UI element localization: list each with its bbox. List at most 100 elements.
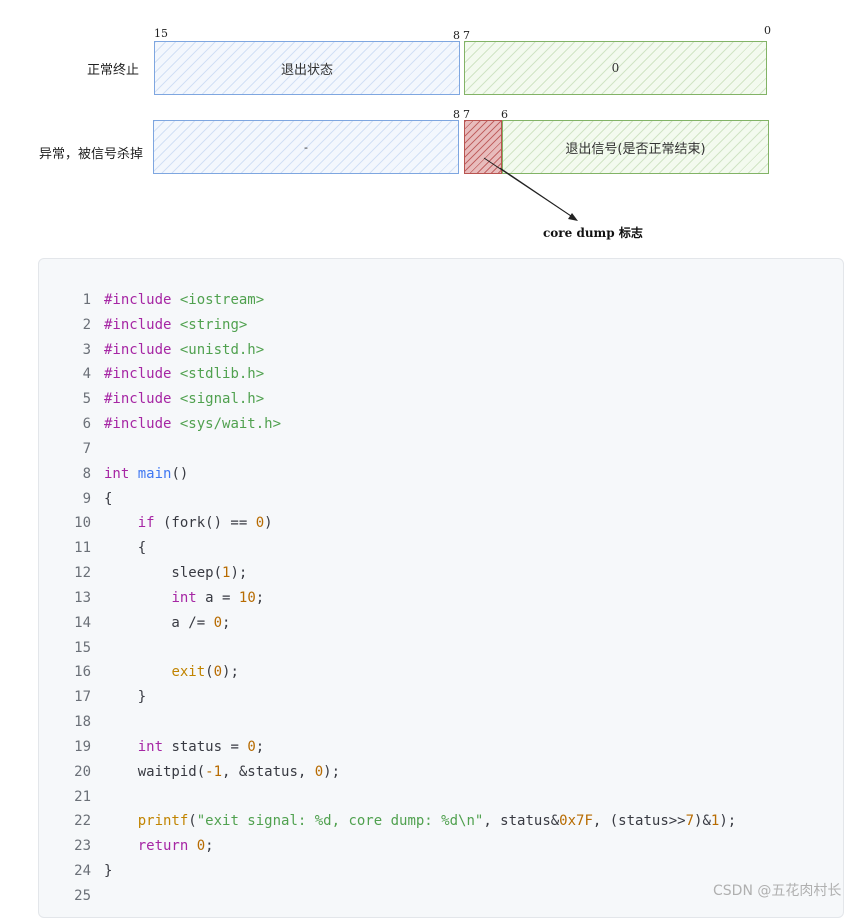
code-text: #include <signal.h> (104, 387, 264, 412)
code-line: 4 #include <stdlib.h> (39, 362, 843, 387)
line-number: 12 (74, 565, 91, 582)
line-number: 1 (82, 292, 91, 308)
code-line: 2 #include <string> (39, 313, 843, 338)
code-token: , status& (483, 813, 560, 830)
line-number: 9 (82, 490, 91, 507)
line-number: 22 (74, 813, 91, 830)
code-token: <string> (179, 316, 248, 333)
code-line: 7 (39, 437, 843, 462)
line-number: 23 (74, 838, 91, 855)
code-text: waitpid(-1, &status, 0); (104, 760, 340, 785)
code-token: #include (104, 341, 172, 358)
code-token: 0 (213, 614, 223, 631)
code-line: 9{ (39, 487, 843, 512)
code-token: #include (104, 391, 172, 408)
line-number: 2 (82, 316, 91, 333)
code-text: if (fork() == 0) (104, 511, 273, 536)
code-token: #include (104, 416, 172, 433)
code-token: )& (694, 813, 711, 830)
code-token: 0 (314, 763, 324, 780)
line-number: 20 (74, 763, 91, 780)
code-line: 10 if (fork() == 0) (39, 511, 843, 536)
code-token: ; (222, 614, 231, 631)
code-line: 19 int status = 0; (39, 735, 843, 760)
code-text: exit(0); (104, 660, 238, 685)
code-token: if (137, 515, 155, 532)
line-number: 3 (82, 341, 91, 358)
code-token: , (status>> (592, 813, 686, 830)
code-token: #include (104, 292, 172, 308)
code-token: ); (323, 763, 341, 780)
line-number: 6 (82, 416, 91, 433)
line-number: 4 (82, 366, 91, 383)
line-number: 11 (74, 540, 91, 557)
code-token: , &status, (222, 763, 315, 780)
code-token: ; (205, 838, 214, 855)
code-text: #include <unistd.h> (104, 338, 264, 363)
line-number: 18 (74, 714, 91, 731)
code-token: ; (255, 738, 265, 755)
code-text: #include <string> (104, 313, 247, 338)
line-number: 5 (82, 391, 91, 408)
code-token: ); (230, 565, 248, 582)
code-token: ); (719, 813, 737, 830)
core-dump-arrow (483, 157, 578, 221)
code-text: int status = 0; (104, 735, 264, 760)
csdn-watermark: CSDN @五花肉村长 (713, 883, 842, 899)
code-token: a = (196, 589, 239, 606)
code-text: } (104, 685, 146, 710)
code-text: { (104, 487, 112, 512)
code-line: 16 exit(0); (39, 660, 843, 685)
code-token: ( (205, 664, 214, 681)
code-token: { (104, 540, 147, 557)
code-token: #include (104, 366, 172, 383)
code-token: exit (171, 664, 206, 681)
code-line: 12 sleep(1); (39, 561, 843, 586)
code-line: 14 a /= 0; (39, 611, 843, 636)
code-line: 11 { (39, 536, 843, 561)
code-token: (fork() == (154, 515, 256, 532)
line-number: 7 (82, 440, 91, 457)
code-token: { (104, 490, 113, 507)
line-number: 13 (74, 589, 91, 606)
code-line: 20 waitpid(-1, &status, 0); (39, 760, 843, 785)
code-text: a /= 0; (104, 611, 230, 636)
line-number: 19 (74, 738, 91, 755)
code-token: -1 (205, 763, 223, 780)
code-token: 0 (196, 838, 206, 855)
line-number: 21 (74, 788, 91, 805)
code-token: () (171, 465, 189, 482)
line-number: 24 (74, 863, 91, 880)
code-text: } (104, 859, 112, 884)
code-line: 15 (39, 636, 843, 661)
code-text: return 0; (104, 834, 214, 859)
code-line: 13 int a = 10; (39, 586, 843, 611)
code-line: 23 return 0; (39, 834, 843, 859)
code-line: 21 (39, 785, 843, 810)
code-line: 1 #include <iostream> (39, 288, 843, 313)
code-token: ( (188, 813, 197, 830)
line-number: 14 (74, 614, 91, 631)
code-token: <signal.h> (179, 391, 265, 408)
code-text: #include <sys/wait.h> (104, 412, 281, 437)
code-line: 17 } (39, 685, 843, 710)
code-lines: 1 #include <iostream> 2 #include <string> 3 #… (39, 288, 843, 909)
code-text: int main() (104, 462, 188, 487)
code-token: } (104, 863, 113, 880)
code-text: #include <iostream> (104, 288, 264, 313)
code-token: printf (137, 813, 189, 830)
code-token: ) (264, 515, 273, 532)
code-token: "exit signal: %d, core dump: %d\n" (196, 813, 484, 830)
code-token: a /= (104, 614, 214, 631)
code-token: return (137, 838, 189, 855)
